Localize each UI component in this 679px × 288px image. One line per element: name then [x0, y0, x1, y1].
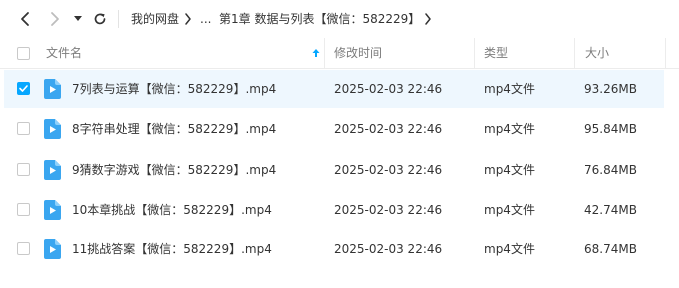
breadcrumb-root[interactable]: 我的网盘: [131, 10, 179, 28]
file-modified: 2025-02-03 22:46: [334, 203, 443, 217]
back-button[interactable]: [15, 9, 35, 29]
toolbar: 我的网盘 ... 第1章 数据与列表【微信：582229】: [0, 0, 679, 38]
file-type: mp4文件: [484, 163, 535, 177]
file-name[interactable]: 7列表与运算【微信：582229】.mp4: [72, 70, 276, 108]
file-type: mp4文件: [484, 122, 535, 136]
file-size: 68.74MB: [584, 242, 637, 256]
video-file-icon: [44, 79, 61, 99]
file-size: 76.84MB: [584, 163, 637, 177]
video-file-icon: [44, 239, 61, 259]
video-file-icon: [44, 200, 61, 220]
table-row[interactable]: 7列表与运算【微信：582229】.mp4 2025-02-03 22:46 m…: [4, 70, 664, 108]
sort-up-arrow-icon[interactable]: [311, 48, 321, 58]
refresh-icon: [94, 13, 106, 25]
file-modified: 2025-02-03 22:46: [334, 163, 443, 177]
file-name[interactable]: 10本章挑战【微信：582229】.mp4: [72, 191, 272, 229]
row-checkbox[interactable]: [17, 242, 30, 255]
file-modified: 2025-02-03 22:46: [334, 82, 443, 96]
toolbar-divider: [118, 10, 119, 28]
file-type: mp4文件: [484, 82, 535, 96]
table-row[interactable]: 9猜数字游戏【微信：582229】.mp4 2025-02-03 22:46 m…: [4, 151, 664, 189]
row-checkbox[interactable]: [17, 82, 30, 95]
table-row[interactable]: 11挑战答案【微信：582229】.mp4 2025-02-03 22:46 m…: [4, 230, 664, 268]
forward-button[interactable]: [45, 9, 65, 29]
caret-down-icon: [74, 16, 82, 21]
breadcrumb-current: 第1章 数据与列表【微信：582229】: [219, 12, 421, 26]
header-modified[interactable]: 修改时间: [334, 38, 382, 68]
column-divider[interactable]: [324, 38, 325, 68]
header-size[interactable]: 大小: [585, 38, 609, 68]
chevron-right-icon: [51, 12, 59, 26]
file-name[interactable]: 9猜数字游戏【微信：582229】.mp4: [72, 151, 276, 189]
column-divider[interactable]: [665, 38, 666, 68]
checkmark-icon: [19, 85, 28, 92]
column-divider[interactable]: [474, 38, 475, 68]
row-checkbox[interactable]: [17, 203, 30, 216]
header-type[interactable]: 类型: [484, 38, 508, 68]
select-all-checkbox[interactable]: [17, 47, 30, 60]
history-dropdown[interactable]: [71, 9, 85, 29]
refresh-button[interactable]: [90, 9, 110, 29]
file-type: mp4文件: [484, 203, 535, 217]
chevron-left-icon: [21, 12, 29, 26]
file-name[interactable]: 8字符串处理【微信：582229】.mp4: [72, 110, 276, 148]
video-file-icon: [44, 160, 61, 180]
file-modified: 2025-02-03 22:46: [334, 242, 443, 256]
table-row[interactable]: 10本章挑战【微信：582229】.mp4 2025-02-03 22:46 m…: [4, 191, 664, 229]
file-size: 93.26MB: [584, 82, 637, 96]
table-header: 文件名 修改时间 类型 大小: [0, 38, 679, 69]
file-size: 42.74MB: [584, 203, 637, 217]
breadcrumb-separator-icon: [182, 9, 194, 29]
table-row[interactable]: 8字符串处理【微信：582229】.mp4 2025-02-03 22:46 m…: [4, 110, 664, 148]
row-checkbox[interactable]: [17, 163, 30, 176]
breadcrumb-ellipsis[interactable]: ...: [200, 10, 211, 28]
header-name[interactable]: 文件名: [46, 38, 82, 68]
file-size: 95.84MB: [584, 122, 637, 136]
breadcrumb-expand-icon[interactable]: [422, 9, 434, 29]
row-checkbox[interactable]: [17, 122, 30, 135]
video-file-icon: [44, 119, 61, 139]
file-modified: 2025-02-03 22:46: [334, 122, 443, 136]
column-divider[interactable]: [574, 38, 575, 68]
file-type: mp4文件: [484, 242, 535, 256]
file-name[interactable]: 11挑战答案【微信：582229】.mp4: [72, 230, 272, 268]
